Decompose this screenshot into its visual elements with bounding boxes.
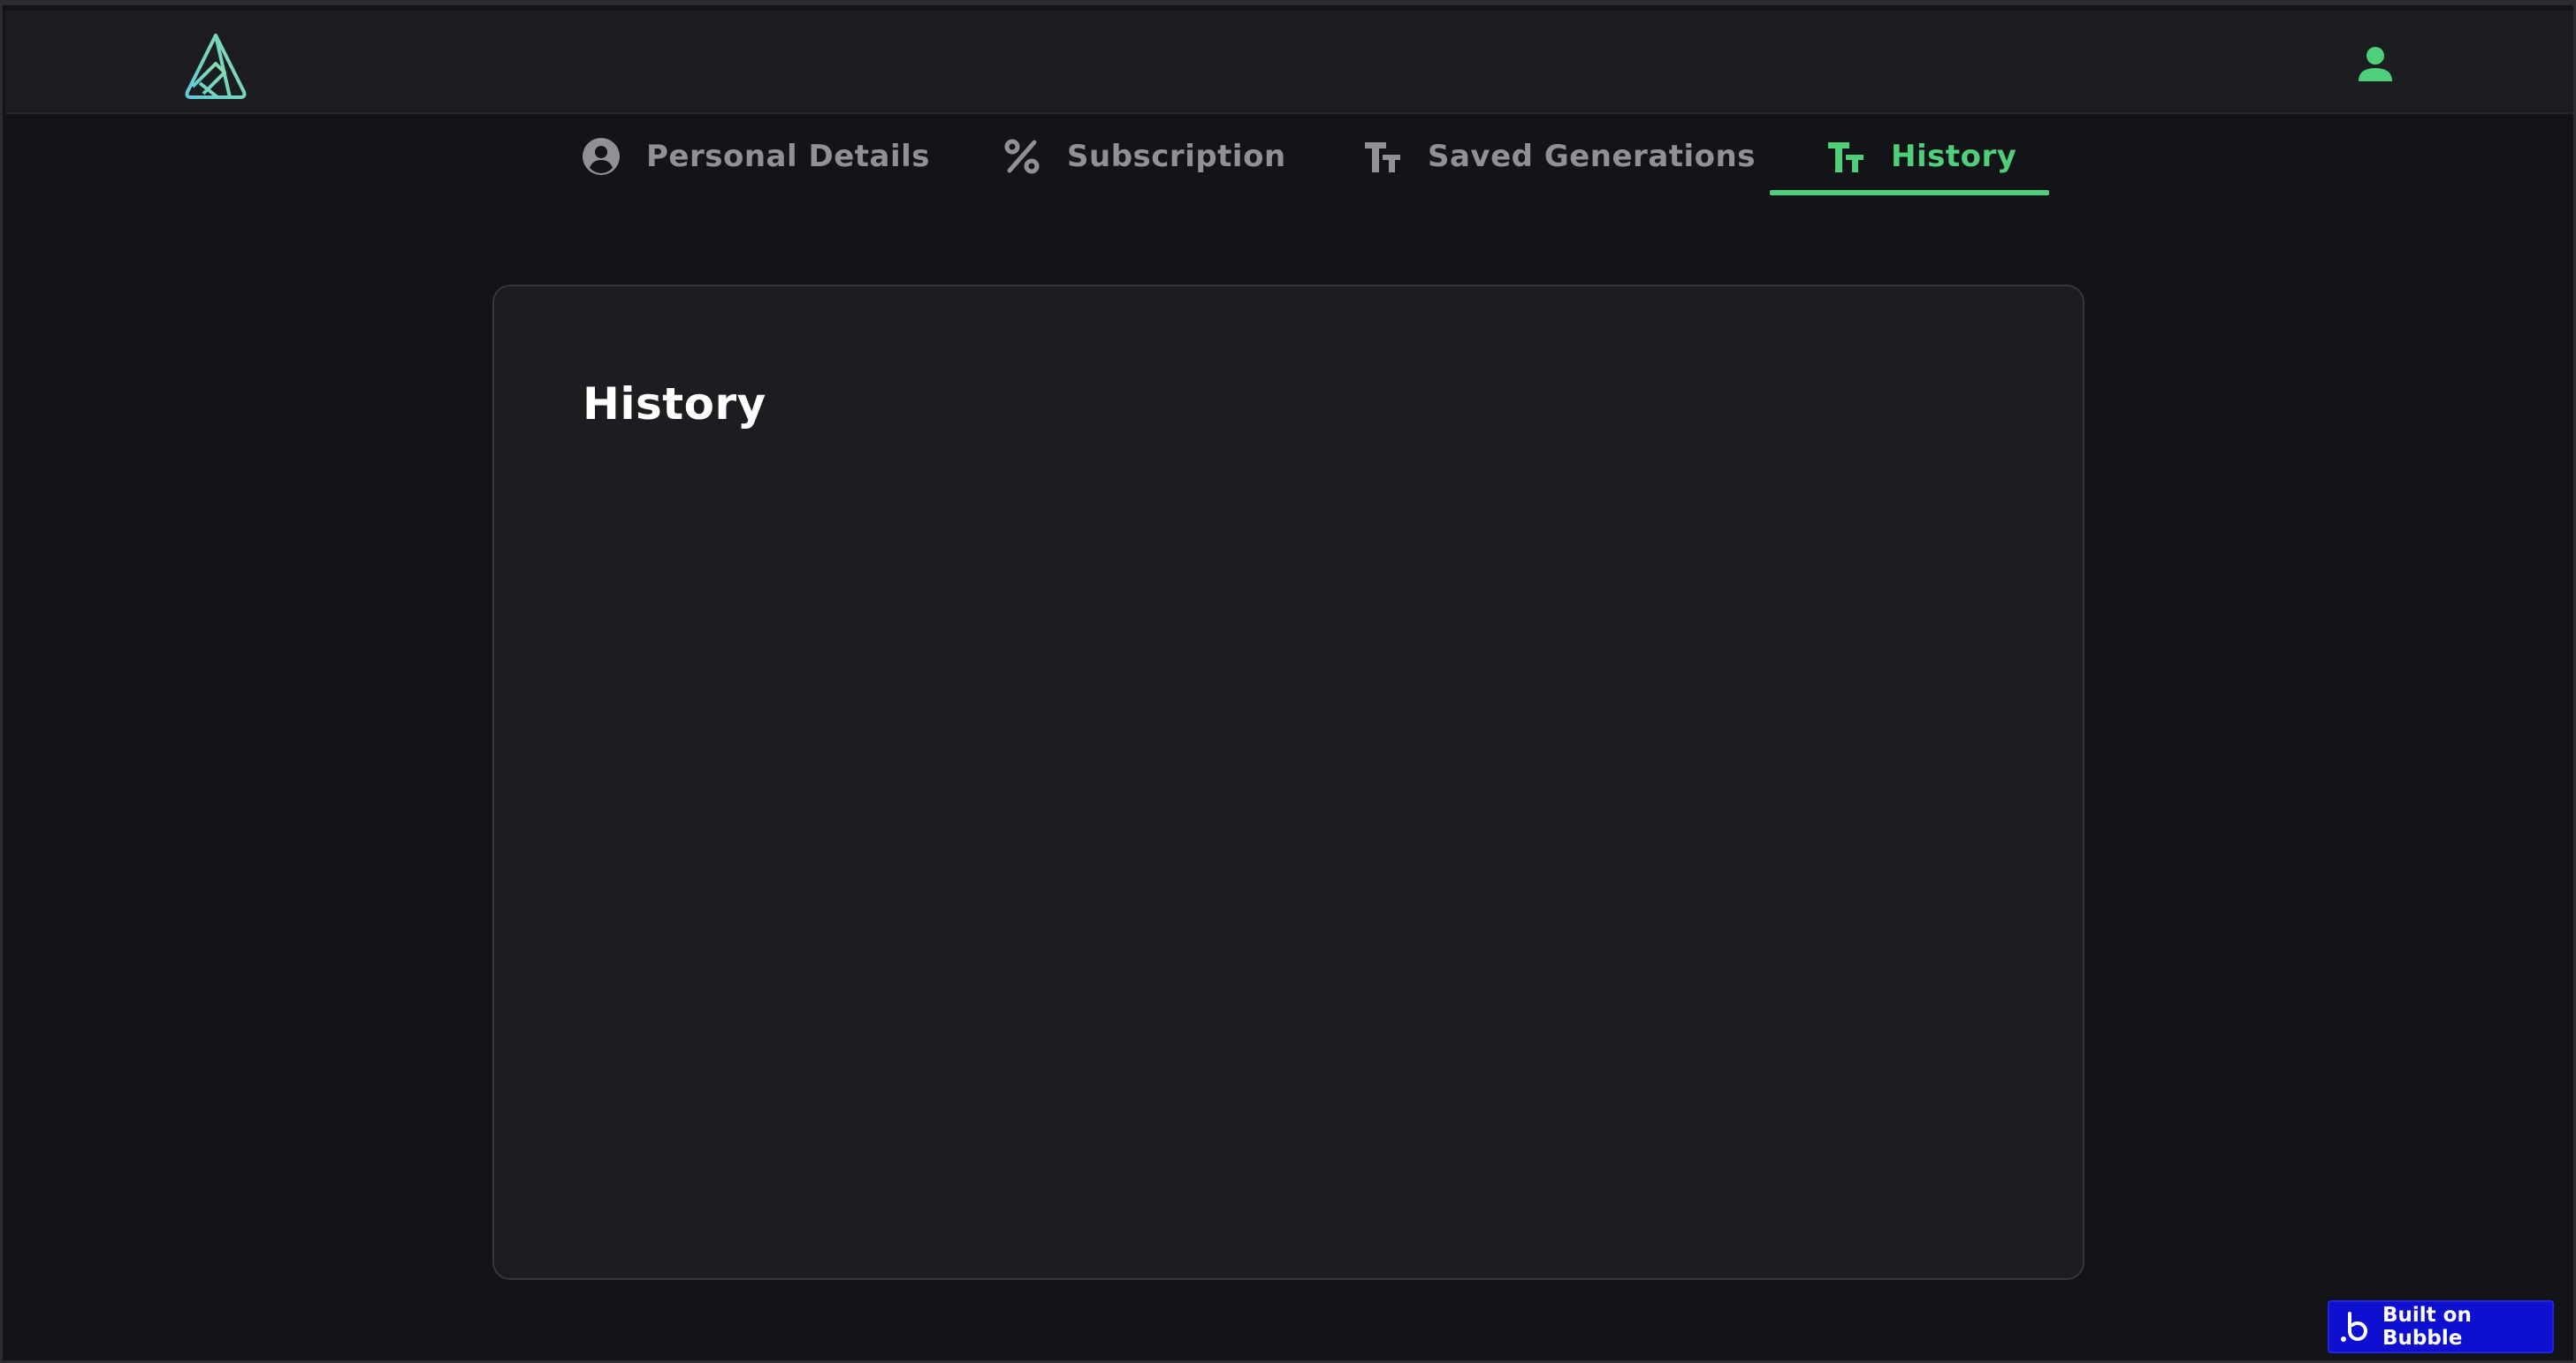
percent-icon [1002,136,1042,177]
tab-history[interactable]: History [1825,114,2016,198]
top-header [5,11,2573,114]
tab-subscription[interactable]: Subscription [1002,114,1286,198]
history-panel: History [492,285,2084,1280]
badge-label: Built on Bubble [2382,1304,2472,1350]
built-on-bubble-badge[interactable]: Built on Bubble [2328,1300,2554,1353]
triangle-logo-icon[interactable] [180,30,251,101]
bubble-logo-icon [2340,1310,2370,1344]
page-title: History [583,378,766,430]
tab-label: History [1891,138,2017,174]
tab-label: Subscription [1067,138,1286,174]
tab-bar: Personal Details Subscription Saved Gene… [3,114,2576,198]
tab-label: Personal Details [646,138,931,174]
user-circle-icon [581,136,621,177]
text-size-icon [1825,136,1866,177]
tab-personal-details[interactable]: Personal Details [581,114,930,198]
tab-label: Saved Generations [1428,138,1756,174]
user-icon[interactable] [2353,42,2397,87]
app-frame: Personal Details Subscription Saved Gene… [0,0,2576,1363]
active-tab-indicator [1770,190,2049,195]
tab-saved-generations[interactable]: Saved Generations [1362,114,1756,198]
text-size-icon [1362,136,1403,177]
